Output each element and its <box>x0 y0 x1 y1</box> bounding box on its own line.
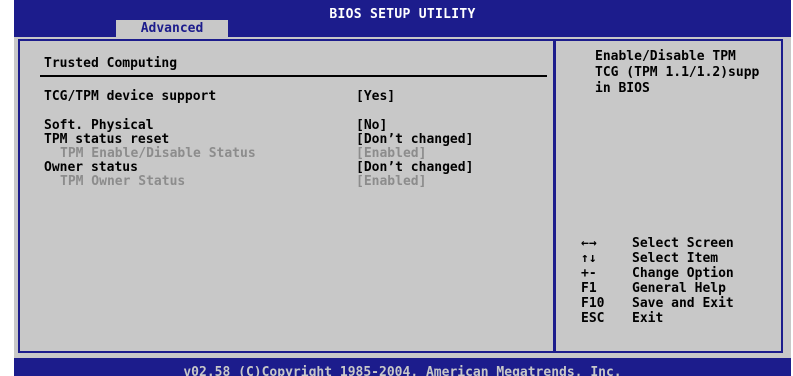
key-description: General Help <box>632 281 726 296</box>
setting-label: Owner status <box>44 160 138 175</box>
arrow-up-down-icon: ↑↓ <box>581 251 597 266</box>
key-legend-row: +- Change Option <box>581 266 734 281</box>
key-name: F1 <box>581 281 597 296</box>
key-description: Select Item <box>632 251 719 266</box>
panel-divider <box>553 41 556 351</box>
bios-screen: BIOS SETUP UTILITY Advanced Trusted Comp… <box>0 0 793 376</box>
key-legend-row: F10 Save and Exit <box>581 296 734 311</box>
key-description: Select Screen <box>632 236 734 251</box>
key-legend-row: ←→ Select Screen <box>581 236 734 251</box>
setting-label: TCG/TPM device support <box>44 89 217 104</box>
key-description: Save and Exit <box>632 296 734 311</box>
status-value: [Enabled] <box>356 146 427 161</box>
setting-value[interactable]: [Don’t changed] <box>356 160 473 175</box>
setting-value[interactable]: [No] <box>356 118 387 133</box>
setting-value[interactable]: [Yes] <box>356 89 395 104</box>
key-legend-row: ↑↓ Select Item <box>581 251 718 266</box>
status-value: [Enabled] <box>356 174 427 189</box>
key-name: ESC <box>581 311 605 326</box>
status-tpm-owner: TPM Owner Status [Enabled] <box>44 174 426 234</box>
title-bar: BIOS SETUP UTILITY Advanced <box>14 0 791 37</box>
plus-minus-icon: +- <box>581 266 597 281</box>
setting-value[interactable]: [Don’t changed] <box>356 132 473 147</box>
main-panel: Trusted Computing TCG/TPM device support… <box>14 37 791 358</box>
arrow-left-right-icon: ←→ <box>581 236 597 251</box>
key-name: F10 <box>581 296 605 311</box>
key-legend-row: F1 General Help <box>581 281 726 296</box>
setting-label: Soft. Physical <box>44 118 154 133</box>
key-legend: ←→ Select Screen ↑↓ Select Item +- Chang… <box>581 236 734 326</box>
section-title: Trusted Computing <box>44 56 178 71</box>
key-legend-row: ESC Exit <box>581 311 663 326</box>
status-label: TPM Owner Status <box>60 174 186 189</box>
tab-advanced[interactable]: Advanced <box>116 20 228 37</box>
help-text: Enable/Disable TPM TCG (TPM 1.1/1.2)supp… <box>595 49 760 96</box>
key-description: Change Option <box>632 266 734 281</box>
key-description: Exit <box>632 311 664 326</box>
copyright-footer: v02.58 (C)Copyright 1985-2004, American … <box>14 358 791 376</box>
status-label: TPM Enable/Disable Status <box>60 146 256 161</box>
setting-label: TPM status reset <box>44 132 170 147</box>
section-divider <box>40 75 547 77</box>
